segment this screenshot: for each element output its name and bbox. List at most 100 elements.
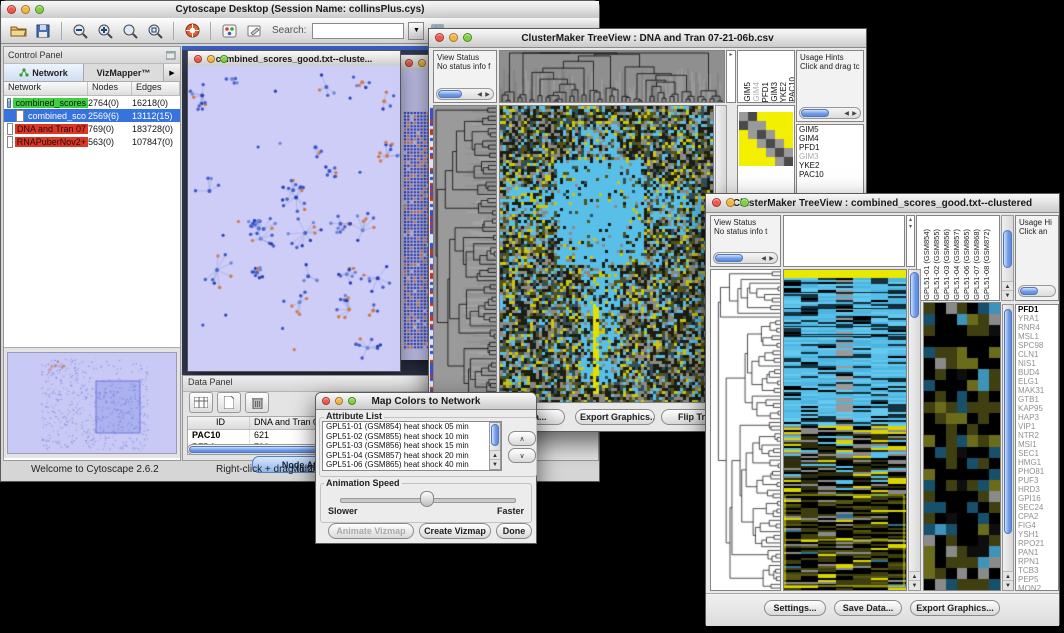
gene-label[interactable]: CLN1 [1016,350,1058,359]
tv1-heatmap[interactable] [499,105,714,403]
gene-label[interactable]: GIM5 [797,125,863,134]
tv2-zoom-heatmap[interactable] [923,302,1001,591]
gene-label[interactable]: SEC1 [1016,449,1058,458]
close-button[interactable] [194,55,202,63]
tv2-genes-vscrollbar[interactable]: ▲▼ [1002,304,1014,591]
minimize-button[interactable] [335,397,343,405]
gene-label[interactable]: TCB3 [1016,566,1058,575]
tv2-labels-vscrollbar[interactable]: ▲▼ [1001,215,1014,301]
zoom-in-icon[interactable] [94,21,116,41]
network-canvas-1[interactable] [188,66,400,371]
gene-label[interactable]: GTB1 [1016,395,1058,404]
save-icon[interactable] [32,21,54,41]
zoom-button[interactable] [740,198,749,207]
gene-label[interactable]: HRD3 [1016,485,1058,494]
search-input[interactable] [312,23,404,39]
vizmapper-icon[interactable] [218,21,240,41]
close-button[interactable] [322,397,330,405]
attribute-list[interactable]: GPL51-01 (GSM854) heat shock 05 minGPL51… [322,421,502,471]
gene-label[interactable]: GPI16 [1016,494,1058,503]
gene-label[interactable]: PAN1 [1016,548,1058,557]
move-down-button[interactable]: ∨ [508,448,536,463]
tv2-export-graphics-button[interactable]: Export Graphics... [910,600,1000,616]
gene-label[interactable]: RPO21 [1016,539,1058,548]
zoom-selected-icon[interactable] [144,21,166,41]
tab-network[interactable]: Network [4,64,84,81]
animate-vizmap-button[interactable]: Animate Vizmap [328,523,414,539]
gene-label[interactable]: MON2 [1016,584,1058,591]
tv1-row-dendrogram[interactable] [433,105,497,403]
gene-label[interactable]: KAP95 [1016,404,1058,413]
minimize-button[interactable] [418,59,426,67]
attribute-item[interactable]: GPL51-06 (GSM865) heat shock 40 min [323,460,501,470]
minimize-button[interactable] [21,5,30,14]
speed-slider-thumb[interactable] [420,491,434,507]
attribute-item[interactable]: GPL51-02 (GSM855) heat shock 10 min [323,432,501,442]
gene-label[interactable]: NTR2 [1016,431,1058,440]
attribute-item[interactable]: GPL51-03 (GSM856) heat shock 15 min [323,441,501,451]
done-button[interactable]: Done [496,523,532,539]
attribute-item[interactable]: GPL51-07 (GSM868) heat shock 60 min [323,470,501,472]
gene-label[interactable]: BUD4 [1016,368,1058,377]
move-up-button[interactable]: ∧ [508,431,536,446]
gene-label[interactable]: YKE2 [797,161,863,170]
tv2-save-data-button[interactable]: Save Data... [834,600,902,616]
open-file-icon[interactable] [7,21,29,41]
tv1-titlebar[interactable]: ClusterMaker TreeView : DNA and Tran 07-… [429,29,866,48]
gene-label[interactable]: GIM3 [797,152,863,161]
zoom-button[interactable] [35,5,44,14]
tv2-row-dendrogram[interactable] [710,269,781,591]
gene-label[interactable]: FIG4 [1016,521,1058,530]
table-mode-icon[interactable] [189,392,213,413]
attribute-item[interactable]: GPL51-01 (GSM854) heat shock 05 min [323,422,501,432]
network-row[interactable]: DNA and Tran 07769(0)183728(0) [4,122,180,135]
gene-label[interactable]: PUF3 [1016,476,1058,485]
col-nodes[interactable]: Nodes [88,82,132,95]
network-row[interactable]: RNAPuberNov2+563(0)107847(0) [4,135,180,148]
gene-label[interactable]: SPC98 [1016,341,1058,350]
tv2-splitter-strip[interactable]: ▴▾ [906,215,915,267]
gene-label[interactable]: MAK31 [1016,386,1058,395]
zoom-button[interactable] [220,55,228,63]
gene-label[interactable]: HMG1 [1016,458,1058,467]
gene-label[interactable]: VIP1 [1016,422,1058,431]
gene-label[interactable]: ELG1 [1016,377,1058,386]
tv2-settings-button[interactable]: Settings... [764,600,826,616]
gene-label[interactable]: PFD1 [1016,305,1058,314]
zoom-fit-icon[interactable] [119,21,141,41]
tv2-heatmap[interactable] [783,269,907,591]
tv1-correlation-matrix[interactable] [739,112,793,166]
gene-label[interactable]: RNR4 [1016,323,1058,332]
close-button[interactable] [7,5,16,14]
tv1-splitter-strip[interactable]: ▸ [726,50,736,103]
gene-label[interactable]: RPN1 [1016,557,1058,566]
zoom-button[interactable] [463,33,472,42]
minimize-button[interactable] [207,55,215,63]
dialog-titlebar[interactable]: Map Colors to Network [316,393,536,410]
tv2-titlebar[interactable]: ClusterMaker TreeView : combined_scores_… [706,194,1059,213]
help-lifering-icon[interactable] [181,21,203,41]
tab-vizmapper[interactable]: VizMapper™ [84,64,164,81]
tv2-usage-scrollbar[interactable] [1018,285,1056,297]
zoom-button[interactable] [348,397,356,405]
id-column-header[interactable]: ID [188,417,250,429]
zoom-out-icon[interactable] [69,21,91,41]
close-button[interactable] [712,198,721,207]
gene-label[interactable]: CPA2 [1016,512,1058,521]
birdseye-canvas[interactable] [7,352,177,454]
tv1-status-scrollbar[interactable]: ◀▶ [436,88,494,100]
new-page-icon[interactable] [217,392,241,413]
network-row[interactable]: combined_sco2569(6)13112(15) [4,109,180,122]
float-panel-icon[interactable] [166,51,176,60]
create-vizmap-button[interactable]: Create Vizmap [419,523,491,539]
annotation-icon[interactable] [243,21,265,41]
gene-label[interactable]: MSL1 [1016,332,1058,341]
col-edges[interactable]: Edges [132,82,180,95]
gene-label[interactable]: MSI1 [1016,440,1058,449]
col-network[interactable]: Network [4,82,88,95]
minimize-button[interactable] [726,198,735,207]
gene-label[interactable]: PHO81 [1016,467,1058,476]
attribute-list-vscrollbar[interactable]: ▲▼ [489,422,501,470]
minimize-button[interactable] [449,33,458,42]
gene-label[interactable]: PAC10 [797,170,863,179]
